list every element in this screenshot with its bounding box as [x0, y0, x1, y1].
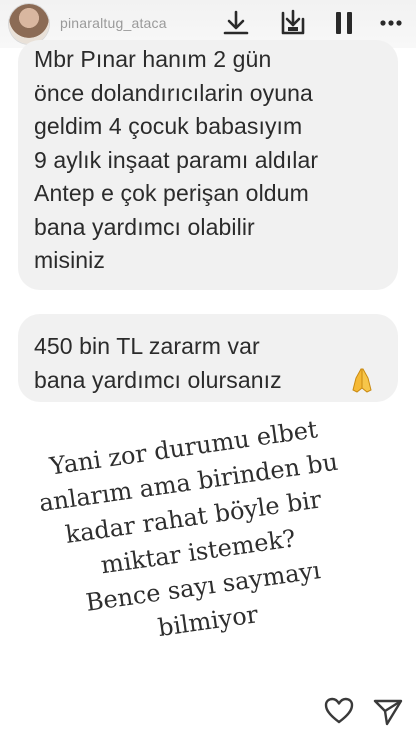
heart-icon[interactable] — [322, 694, 356, 728]
save-download-icon[interactable] — [276, 6, 310, 40]
message-text: Mbr Pınar hanım 2 gün önce dolandırıcıla… — [34, 46, 319, 273]
more-options-icon[interactable] — [374, 6, 408, 40]
folded-hands-emoji-icon — [348, 366, 376, 394]
story-username[interactable]: pinaraltug_ataca — [60, 15, 184, 31]
avatar[interactable] — [9, 4, 49, 44]
download-icon[interactable] — [219, 6, 253, 40]
handwritten-caption: Yani zor durumu elbet anlarım ama birind… — [37, 415, 340, 643]
message-text: 450 bin TL zararm var bana yardımcı olur… — [34, 333, 282, 393]
share-send-icon[interactable] — [371, 694, 405, 728]
pause-icon[interactable] — [327, 6, 361, 40]
